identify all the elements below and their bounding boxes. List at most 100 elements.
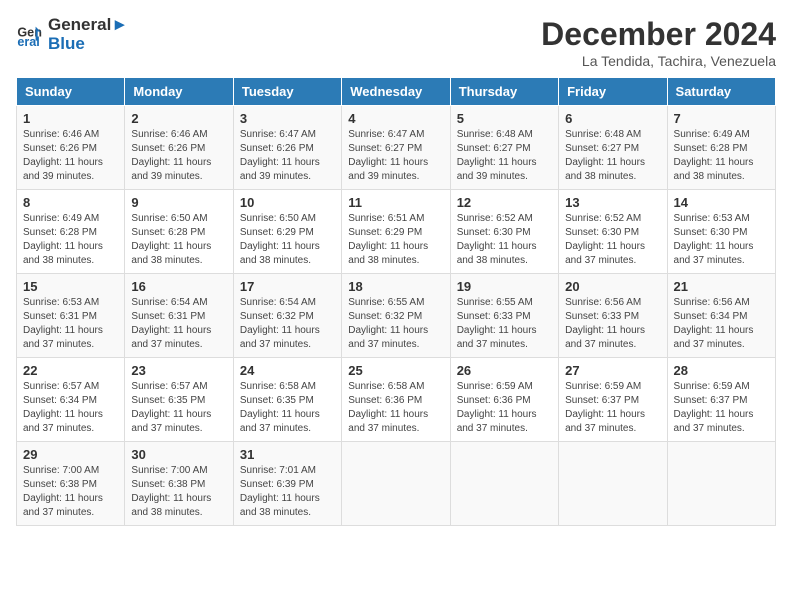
day-number: 2 — [131, 111, 226, 126]
calendar-day-cell: 19 Sunrise: 6:55 AM Sunset: 6:33 PM Dayl… — [450, 274, 558, 358]
title-block: December 2024 La Tendida, Tachira, Venez… — [541, 16, 776, 69]
calendar-day-cell: 11 Sunrise: 6:51 AM Sunset: 6:29 PM Dayl… — [342, 190, 450, 274]
weekday-header: Thursday — [450, 78, 558, 106]
location-subtitle: La Tendida, Tachira, Venezuela — [541, 53, 776, 69]
day-number: 6 — [565, 111, 660, 126]
logo: Gen eral General► Blue — [16, 16, 128, 53]
day-number: 18 — [348, 279, 443, 294]
calendar-day-cell: 2 Sunrise: 6:46 AM Sunset: 6:26 PM Dayli… — [125, 106, 233, 190]
day-detail: Sunrise: 6:49 AM Sunset: 6:28 PM Dayligh… — [23, 212, 118, 268]
calendar-day-cell: 22 Sunrise: 6:57 AM Sunset: 6:34 PM Dayl… — [17, 358, 125, 442]
day-detail: Sunrise: 6:57 AM Sunset: 6:35 PM Dayligh… — [131, 380, 226, 436]
day-detail: Sunrise: 6:50 AM Sunset: 6:28 PM Dayligh… — [131, 212, 226, 268]
calendar-day-cell: 4 Sunrise: 6:47 AM Sunset: 6:27 PM Dayli… — [342, 106, 450, 190]
day-number: 27 — [565, 363, 660, 378]
calendar-week-row: 29 Sunrise: 7:00 AM Sunset: 6:38 PM Dayl… — [17, 442, 776, 526]
calendar-day-cell: 26 Sunrise: 6:59 AM Sunset: 6:36 PM Dayl… — [450, 358, 558, 442]
day-detail: Sunrise: 6:50 AM Sunset: 6:29 PM Dayligh… — [240, 212, 335, 268]
day-number: 22 — [23, 363, 118, 378]
day-number: 4 — [348, 111, 443, 126]
day-detail: Sunrise: 7:00 AM Sunset: 6:38 PM Dayligh… — [23, 464, 118, 520]
day-number: 11 — [348, 195, 443, 210]
calendar-day-cell: 3 Sunrise: 6:47 AM Sunset: 6:26 PM Dayli… — [233, 106, 341, 190]
day-detail: Sunrise: 6:46 AM Sunset: 6:26 PM Dayligh… — [23, 128, 118, 184]
day-detail: Sunrise: 6:59 AM Sunset: 6:36 PM Dayligh… — [457, 380, 552, 436]
calendar-day-cell: 13 Sunrise: 6:52 AM Sunset: 6:30 PM Dayl… — [559, 190, 667, 274]
day-detail: Sunrise: 6:49 AM Sunset: 6:28 PM Dayligh… — [674, 128, 769, 184]
calendar-day-cell: 15 Sunrise: 6:53 AM Sunset: 6:31 PM Dayl… — [17, 274, 125, 358]
day-number: 15 — [23, 279, 118, 294]
calendar-day-cell: 10 Sunrise: 6:50 AM Sunset: 6:29 PM Dayl… — [233, 190, 341, 274]
day-detail: Sunrise: 6:57 AM Sunset: 6:34 PM Dayligh… — [23, 380, 118, 436]
page-header: Gen eral General► Blue December 2024 La … — [16, 16, 776, 69]
day-number: 7 — [674, 111, 769, 126]
day-detail: Sunrise: 6:46 AM Sunset: 6:26 PM Dayligh… — [131, 128, 226, 184]
day-number: 30 — [131, 447, 226, 462]
day-detail: Sunrise: 6:54 AM Sunset: 6:31 PM Dayligh… — [131, 296, 226, 352]
day-detail: Sunrise: 6:53 AM Sunset: 6:30 PM Dayligh… — [674, 212, 769, 268]
day-number: 1 — [23, 111, 118, 126]
day-detail: Sunrise: 6:59 AM Sunset: 6:37 PM Dayligh… — [674, 380, 769, 436]
calendar-week-row: 1 Sunrise: 6:46 AM Sunset: 6:26 PM Dayli… — [17, 106, 776, 190]
day-detail: Sunrise: 6:51 AM Sunset: 6:29 PM Dayligh… — [348, 212, 443, 268]
calendar-day-cell: 25 Sunrise: 6:58 AM Sunset: 6:36 PM Dayl… — [342, 358, 450, 442]
day-number: 23 — [131, 363, 226, 378]
calendar-day-cell: 8 Sunrise: 6:49 AM Sunset: 6:28 PM Dayli… — [17, 190, 125, 274]
calendar-day-cell: 23 Sunrise: 6:57 AM Sunset: 6:35 PM Dayl… — [125, 358, 233, 442]
day-detail: Sunrise: 6:54 AM Sunset: 6:32 PM Dayligh… — [240, 296, 335, 352]
calendar-day-cell: 17 Sunrise: 6:54 AM Sunset: 6:32 PM Dayl… — [233, 274, 341, 358]
day-number: 16 — [131, 279, 226, 294]
weekday-header: Monday — [125, 78, 233, 106]
day-number: 13 — [565, 195, 660, 210]
month-title: December 2024 — [541, 16, 776, 53]
day-detail: Sunrise: 6:48 AM Sunset: 6:27 PM Dayligh… — [457, 128, 552, 184]
day-number: 9 — [131, 195, 226, 210]
weekday-header: Sunday — [17, 78, 125, 106]
day-number: 29 — [23, 447, 118, 462]
calendar-day-cell: 9 Sunrise: 6:50 AM Sunset: 6:28 PM Dayli… — [125, 190, 233, 274]
calendar-day-cell: 20 Sunrise: 6:56 AM Sunset: 6:33 PM Dayl… — [559, 274, 667, 358]
day-detail: Sunrise: 6:55 AM Sunset: 6:33 PM Dayligh… — [457, 296, 552, 352]
calendar-day-cell: 18 Sunrise: 6:55 AM Sunset: 6:32 PM Dayl… — [342, 274, 450, 358]
day-number: 14 — [674, 195, 769, 210]
calendar-day-cell: 21 Sunrise: 6:56 AM Sunset: 6:34 PM Dayl… — [667, 274, 775, 358]
logo-text-line2: Blue — [48, 35, 128, 54]
day-detail: Sunrise: 7:00 AM Sunset: 6:38 PM Dayligh… — [131, 464, 226, 520]
day-detail: Sunrise: 6:56 AM Sunset: 6:33 PM Dayligh… — [565, 296, 660, 352]
day-detail: Sunrise: 6:52 AM Sunset: 6:30 PM Dayligh… — [565, 212, 660, 268]
calendar-day-cell: 27 Sunrise: 6:59 AM Sunset: 6:37 PM Dayl… — [559, 358, 667, 442]
calendar-day-cell: 24 Sunrise: 6:58 AM Sunset: 6:35 PM Dayl… — [233, 358, 341, 442]
day-number: 26 — [457, 363, 552, 378]
calendar-header: SundayMondayTuesdayWednesdayThursdayFrid… — [17, 78, 776, 106]
day-number: 8 — [23, 195, 118, 210]
day-number: 24 — [240, 363, 335, 378]
day-number: 28 — [674, 363, 769, 378]
calendar-day-cell: 16 Sunrise: 6:54 AM Sunset: 6:31 PM Dayl… — [125, 274, 233, 358]
day-detail: Sunrise: 6:58 AM Sunset: 6:35 PM Dayligh… — [240, 380, 335, 436]
day-number: 12 — [457, 195, 552, 210]
calendar-week-row: 22 Sunrise: 6:57 AM Sunset: 6:34 PM Dayl… — [17, 358, 776, 442]
weekday-header: Saturday — [667, 78, 775, 106]
calendar-day-cell — [450, 442, 558, 526]
calendar-day-cell: 29 Sunrise: 7:00 AM Sunset: 6:38 PM Dayl… — [17, 442, 125, 526]
weekday-header: Tuesday — [233, 78, 341, 106]
day-detail: Sunrise: 7:01 AM Sunset: 6:39 PM Dayligh… — [240, 464, 335, 520]
day-detail: Sunrise: 6:47 AM Sunset: 6:27 PM Dayligh… — [348, 128, 443, 184]
calendar-day-cell: 6 Sunrise: 6:48 AM Sunset: 6:27 PM Dayli… — [559, 106, 667, 190]
calendar-day-cell — [342, 442, 450, 526]
logo-icon: Gen eral — [16, 21, 44, 49]
day-number: 21 — [674, 279, 769, 294]
calendar-day-cell: 14 Sunrise: 6:53 AM Sunset: 6:30 PM Dayl… — [667, 190, 775, 274]
day-detail: Sunrise: 6:56 AM Sunset: 6:34 PM Dayligh… — [674, 296, 769, 352]
day-detail: Sunrise: 6:47 AM Sunset: 6:26 PM Dayligh… — [240, 128, 335, 184]
day-number: 17 — [240, 279, 335, 294]
day-detail: Sunrise: 6:48 AM Sunset: 6:27 PM Dayligh… — [565, 128, 660, 184]
calendar-week-row: 15 Sunrise: 6:53 AM Sunset: 6:31 PM Dayl… — [17, 274, 776, 358]
day-number: 19 — [457, 279, 552, 294]
day-detail: Sunrise: 6:55 AM Sunset: 6:32 PM Dayligh… — [348, 296, 443, 352]
calendar-day-cell: 31 Sunrise: 7:01 AM Sunset: 6:39 PM Dayl… — [233, 442, 341, 526]
day-number: 31 — [240, 447, 335, 462]
weekday-header: Friday — [559, 78, 667, 106]
calendar-day-cell: 30 Sunrise: 7:00 AM Sunset: 6:38 PM Dayl… — [125, 442, 233, 526]
day-detail: Sunrise: 6:58 AM Sunset: 6:36 PM Dayligh… — [348, 380, 443, 436]
